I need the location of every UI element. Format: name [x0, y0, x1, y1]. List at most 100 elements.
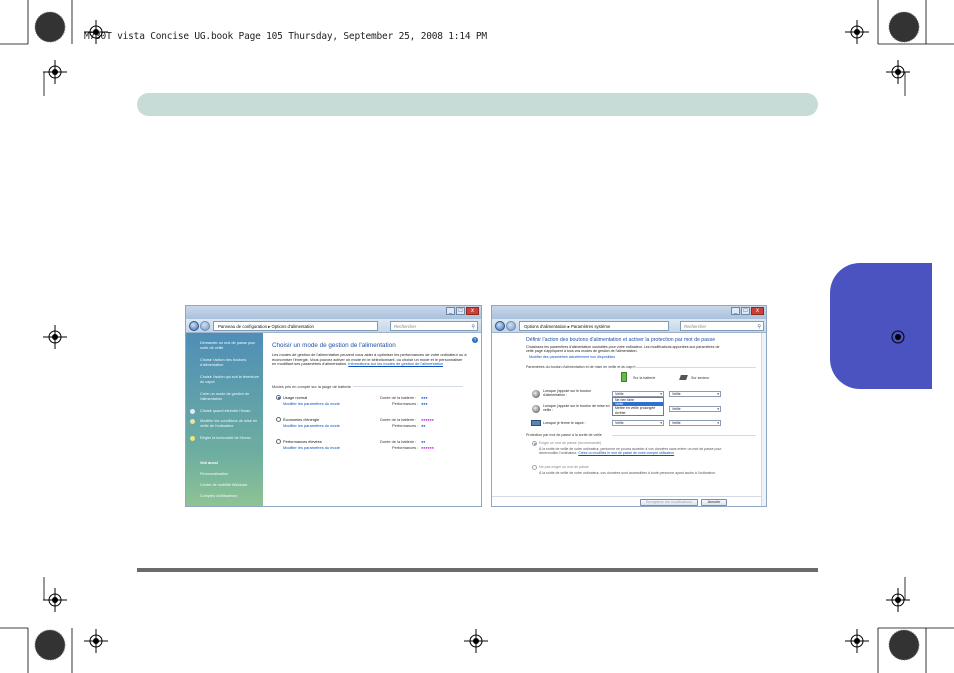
close-icon[interactable]: x: [751, 307, 764, 315]
plan-radio[interactable]: [276, 417, 281, 422]
battery-label: Durée de la batterie :: [380, 439, 417, 444]
sidebar-link[interactable]: Régler la luminosité de l'écran: [200, 436, 260, 441]
col-battery: Sur la batterie: [633, 376, 656, 380]
laptop-lid-icon: [531, 420, 541, 426]
section-heading: Paramètres du bouton d'alimentation et d…: [526, 365, 636, 369]
intro-text: Les modes de gestion de l'alimentation p…: [272, 352, 467, 367]
registration-target-icon: [891, 330, 905, 344]
plan-name: Performances élevées: [283, 439, 322, 444]
change-unavailable-link[interactable]: Modifier des paramètres actuellement non…: [529, 355, 615, 359]
sidebar-link[interactable]: Demander un mot de passe pour sortir de …: [200, 341, 260, 350]
row-label: Lorsque j'appuie sur le bouton d'aliment…: [543, 389, 592, 398]
col-ac: Sur secteur: [691, 376, 710, 380]
close-icon[interactable]: x: [466, 307, 479, 315]
window-titlebar: _ □ x: [492, 306, 766, 319]
forward-icon[interactable]: [200, 321, 210, 331]
divider: [492, 496, 763, 497]
create-password-link[interactable]: Créez ou modifiez le mot de passe de vot…: [578, 451, 674, 455]
dropdown-options-list[interactable]: Ne rien faire Veille Mettre en veille pr…: [612, 397, 664, 416]
no-password-radio[interactable]: [532, 465, 537, 470]
maximize-icon[interactable]: □: [741, 307, 750, 315]
address-bar: Options d'alimentation ▸ Paramètres syst…: [492, 319, 766, 333]
intro-text: Choisissez les paramètres d'alimentation…: [526, 345, 720, 354]
see-also-link[interactable]: Centre de mobilité Windows: [200, 483, 260, 488]
sidebar-link[interactable]: Modifier les conditions de mise en veill…: [200, 419, 260, 428]
sleep-button-icon: [532, 405, 540, 413]
moon-icon: [190, 419, 195, 424]
search-input[interactable]: Rechercher ⚲: [680, 321, 764, 331]
scrollbar[interactable]: [761, 333, 766, 506]
search-icon: ⚲: [471, 324, 475, 330]
main-content: Définir l'action des boutons d'alimentat…: [492, 333, 766, 506]
window-titlebar: _ □ x: [186, 306, 481, 319]
require-password-label: Exiger un mot de passe (recommandé): [539, 441, 602, 445]
require-password-text: À la sortie de veille de votre ordinateu…: [539, 447, 722, 456]
edit-plan-link[interactable]: Modifier les paramètres du mode: [283, 445, 340, 450]
plan-radio[interactable]: [276, 395, 281, 400]
see-also-link[interactable]: Personnalisation: [200, 472, 260, 477]
battery-rating: ●●●●●●: [421, 417, 434, 422]
forward-icon[interactable]: [506, 321, 516, 331]
plan-name: Usage normal: [283, 395, 308, 400]
ac-lid-select[interactable]: Veille ▾: [669, 420, 721, 426]
address-bar: Panneau de configuration ▸ Options d'ali…: [186, 319, 481, 333]
file-header-line: M730T vista Concise UG.book Page 105 Thu…: [84, 31, 487, 42]
see-also-heading: Voir aussi: [200, 461, 218, 465]
section-heading: Modes pris en compte sur la jauge de bat…: [272, 384, 351, 389]
section-heading: Protection par mot de passe à la sortie …: [526, 433, 602, 437]
perf-rating: ●●●●●●: [421, 445, 434, 450]
divider: [353, 386, 463, 387]
address-field[interactable]: Panneau de configuration ▸ Options d'ali…: [213, 321, 378, 331]
cancel-button[interactable]: Annuler: [701, 499, 727, 506]
back-icon[interactable]: [189, 321, 199, 331]
system-settings-window: _ □ x Options d'alimentation ▸ Paramètre…: [491, 305, 767, 507]
chapter-side-tab: [830, 263, 932, 389]
require-password-radio[interactable]: [532, 441, 537, 446]
address-field[interactable]: Options d'alimentation ▸ Paramètres syst…: [519, 321, 669, 331]
maximize-icon[interactable]: □: [456, 307, 465, 315]
task-sidebar: Demander un mot de passe pour sortir de …: [186, 333, 263, 506]
footer-rule: [137, 568, 818, 572]
back-icon[interactable]: [495, 321, 505, 331]
page-title: Choisir un mode de gestion de l'alimenta…: [272, 342, 396, 349]
divider: [632, 367, 756, 368]
edit-plan-link[interactable]: Modifier les paramètres du mode: [283, 401, 340, 406]
ac-sleep-select[interactable]: Veille ▾: [669, 406, 721, 412]
battery-lid-select[interactable]: Veille ▾: [612, 420, 664, 426]
plug-icon: [679, 375, 688, 380]
perf-label: Performances :: [392, 401, 419, 406]
chapter-header-bar: [137, 93, 818, 116]
plan-name: Économies d'énergie: [283, 417, 320, 422]
search-input[interactable]: Rechercher ⚲: [390, 321, 478, 331]
save-button[interactable]: Enregistrer les modifications: [640, 499, 698, 506]
main-content: ? Choisir un mode de gestion de l'alimen…: [263, 333, 481, 506]
plan-radio[interactable]: [276, 439, 281, 444]
battery-label: Durée de la batterie :: [380, 395, 417, 400]
minimize-icon[interactable]: _: [446, 307, 455, 315]
perf-label: Performances :: [392, 445, 419, 450]
minimize-icon[interactable]: _: [731, 307, 740, 315]
page-title: Définir l'action des boutons d'alimentat…: [526, 337, 716, 343]
divider: [612, 435, 756, 436]
row-label: Lorsque j'appuie sur le bouton de mise e…: [543, 404, 610, 413]
perf-label: Performances :: [392, 423, 419, 428]
see-also-link[interactable]: Comptes d'utilisateurs: [200, 494, 260, 499]
row-label: Lorsque je ferme le capot :: [543, 421, 586, 425]
sidebar-link[interactable]: Créer un mode de gestion de l'alimentati…: [200, 392, 260, 401]
info-link[interactable]: Informations sur les modes de gestion de…: [348, 361, 443, 367]
monitor-icon: [190, 409, 195, 414]
sidebar-link[interactable]: Choisir l'action qui suit la fermeture d…: [200, 375, 260, 384]
search-icon: ⚲: [757, 324, 761, 330]
help-icon[interactable]: ?: [472, 337, 478, 343]
edit-plan-link[interactable]: Modifier les paramètres du mode: [283, 423, 340, 428]
ac-power-select[interactable]: Veille ▾: [669, 391, 721, 397]
battery-rating: ●●: [421, 439, 426, 444]
perf-rating: ●●●: [421, 401, 428, 406]
power-button-icon: [532, 390, 540, 398]
power-options-window: _ □ x Panneau de configuration ▸ Options…: [185, 305, 482, 507]
sidebar-link[interactable]: Choisir quand éteindre l'écran: [200, 409, 260, 414]
dropdown-option[interactable]: Arrêter: [613, 411, 663, 415]
no-password-text: À la sortie de veille de votre ordinateu…: [539, 471, 716, 475]
sidebar-link[interactable]: Choisir l'action des boutons d'alimentat…: [200, 358, 260, 367]
battery-icon: [621, 372, 627, 382]
